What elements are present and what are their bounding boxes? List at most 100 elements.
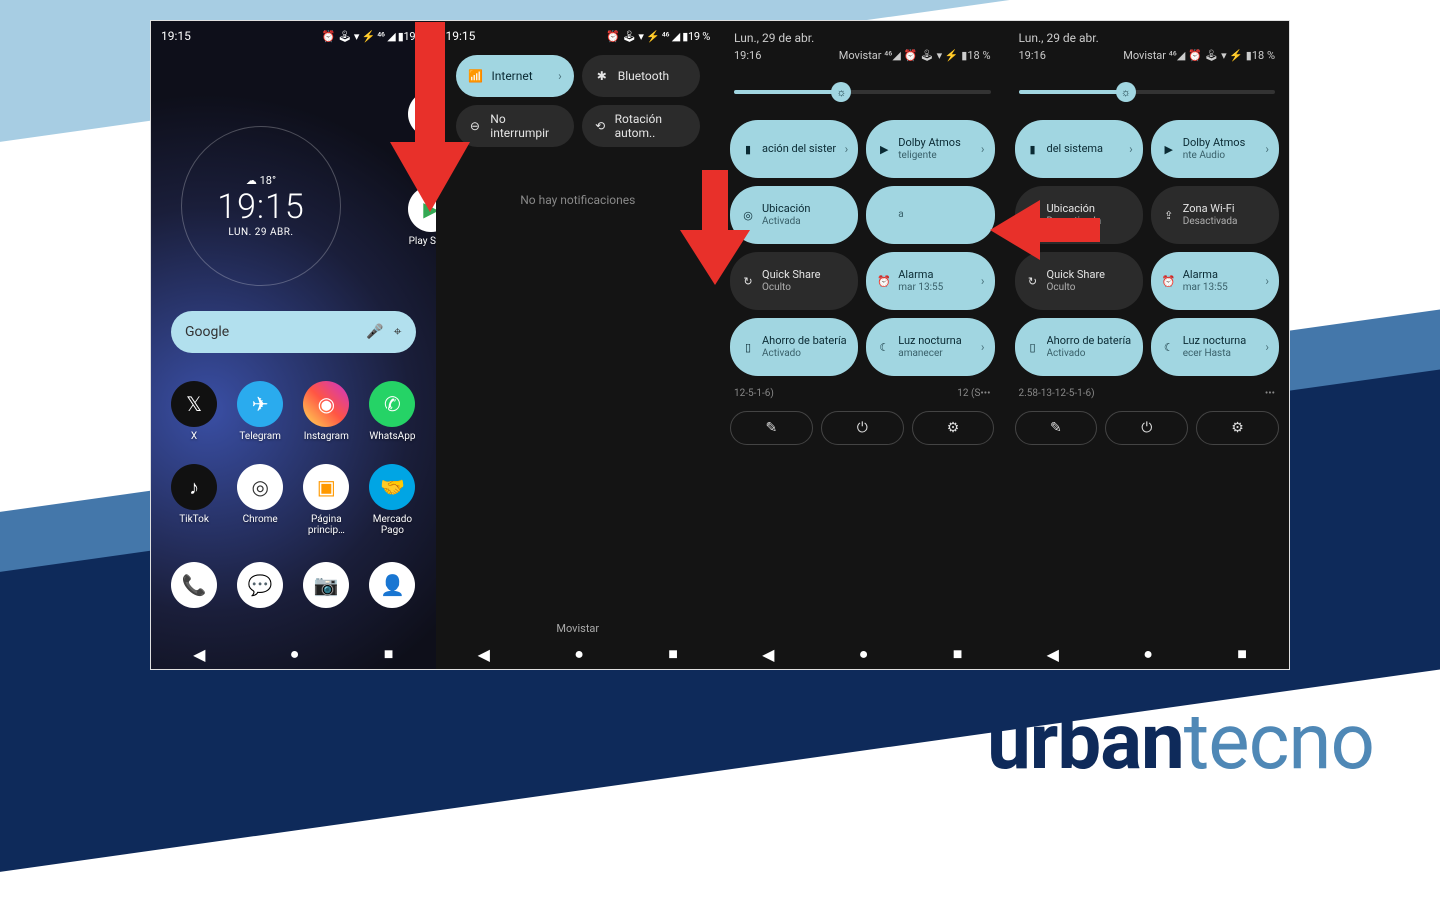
tile-icon: ☾ <box>1161 341 1177 354</box>
phone-4-quicksettings-location-off: Lun., 29 de abr. 19:16 Movistar ⁴⁶◢ ⏰ 🕹 … <box>1005 21 1290 669</box>
edit-icon: ✎ <box>1050 420 1062 436</box>
qs-date: Lun., 29 de abr. <box>1005 21 1290 49</box>
settings-icon: ⚙ <box>947 420 960 436</box>
brightness-slider[interactable]: ☼ <box>734 78 991 106</box>
tile-icon: ✱ <box>594 69 610 83</box>
tile-icon: ▶ <box>1161 143 1177 156</box>
nav-home-icon[interactable]: ● <box>290 644 300 664</box>
tile-icon: ▮ <box>740 143 756 156</box>
no-notifications-label: No hay notificaciones <box>436 193 721 207</box>
tile-icon: ⇪ <box>1161 209 1177 222</box>
nav-home-icon[interactable]: ● <box>859 644 869 664</box>
qs-tile-ahorro-de-bater-a[interactable]: ▯Ahorro de bateríaActivado <box>1015 318 1143 376</box>
tile-icon: ⏰ <box>1161 275 1177 288</box>
brand-logo: urbantecno <box>987 697 1374 788</box>
qs-date: Lun., 29 de abr. <box>720 21 1005 49</box>
qs-tile-tile[interactable]: a <box>866 186 994 244</box>
clock-weather-widget[interactable]: ☁ 18° 19:15 LUN. 29 ABR. <box>181 126 341 286</box>
dock-app[interactable]: 📞 <box>164 562 224 612</box>
qs-tile-bluetooth[interactable]: ✱Bluetooth <box>582 55 700 97</box>
app-whatsapp[interactable]: ✆WhatsApp <box>362 381 422 442</box>
nav-bar: ◀ ● ■ <box>436 639 721 669</box>
settings-button[interactable]: ⚙ <box>1196 411 1279 445</box>
nav-bar: ◀ ● ■ <box>1005 639 1290 669</box>
qs-tile-dolby-atmos[interactable]: ▶Dolby Atmosteligente› <box>866 120 994 178</box>
qs-tile-luz-nocturna[interactable]: ☾Luz nocturnaecer Hasta› <box>1151 318 1279 376</box>
clock-time: 19:15 <box>217 187 305 227</box>
qs-tile-luz-nocturna[interactable]: ☾Luz nocturnaamanecer› <box>866 318 994 376</box>
status-time: 19:15 <box>161 29 191 43</box>
qs-tile-rotaci-n-autom-[interactable]: ⟲Rotación autom.. <box>582 105 700 147</box>
nav-bar: ◀ ● ■ <box>151 639 436 669</box>
tile-icon: ☾ <box>876 341 892 354</box>
qs-time: 19:16 <box>734 49 761 62</box>
nav-back-icon[interactable]: ◀ <box>762 645 774 664</box>
app-mercado-pago[interactable]: 🤝Mercado Pago <box>362 464 422 536</box>
edit-button[interactable]: ✎ <box>730 411 813 445</box>
carrier-label: Movistar <box>436 622 721 635</box>
screenshots-stage: 19:15 ⏰ 🕹 ▾ ⚡ ⁴⁶ ◢ ▮19 % ☁ 18° 19:15 LUN… <box>150 20 1290 670</box>
tile-icon: ▯ <box>1025 341 1041 354</box>
nav-back-icon[interactable]: ◀ <box>478 645 490 664</box>
power-button[interactable]: ⏻ <box>1105 411 1188 445</box>
qs-carrier-line: Movistar ⁴⁶◢ ⏰ 🕹 ▾ ⚡ ▮18 % <box>839 49 991 62</box>
app-p-gina-princip-[interactable]: ▣Página princip… <box>296 464 356 536</box>
nav-recent-icon[interactable]: ■ <box>1237 644 1247 664</box>
qs-tile-ahorro-de-bater-a[interactable]: ▯Ahorro de bateríaActivado <box>730 318 858 376</box>
nav-home-icon[interactable]: ● <box>1143 644 1153 664</box>
tile-icon: ▮ <box>1025 143 1041 156</box>
mic-icon[interactable]: 🎤 <box>366 324 383 340</box>
app-x[interactable]: 𝕏X <box>164 381 224 442</box>
edit-icon: ✎ <box>766 420 778 436</box>
app-chrome[interactable]: ◎Chrome <box>230 464 290 536</box>
search-placeholder: Google <box>185 324 229 340</box>
dock-app[interactable]: 📷 <box>296 562 356 612</box>
nav-back-icon[interactable]: ◀ <box>1047 645 1059 664</box>
app-telegram[interactable]: ✈Telegram <box>230 381 290 442</box>
app-instagram[interactable]: ◉Instagram <box>296 381 356 442</box>
power-icon: ⏻ <box>1141 420 1152 436</box>
tile-icon: ▶ <box>876 143 892 156</box>
weather-label: ☁ 18° <box>246 174 276 187</box>
qs-tile-quick-share[interactable]: ↻Quick ShareOculto <box>1015 252 1143 310</box>
app-tiktok[interactable]: ♪TikTok <box>164 464 224 536</box>
highlight-arrow-2 <box>680 170 750 290</box>
settings-icon: ⚙ <box>1231 420 1244 436</box>
tile-icon: ▯ <box>740 341 756 354</box>
nav-bar: ◀ ● ■ <box>720 639 1005 669</box>
brightness-icon: ☼ <box>1116 82 1136 102</box>
settings-button[interactable]: ⚙ <box>912 411 995 445</box>
qs-tile-del-sistema[interactable]: ▮del sistema› <box>1015 120 1143 178</box>
qs-tile-internet[interactable]: 📶Internet› <box>456 55 574 97</box>
qs-tile-zona-wi-fi[interactable]: ⇪Zona Wi-FiDesactivada <box>1151 186 1279 244</box>
dock-app[interactable]: 👤 <box>362 562 422 612</box>
nav-recent-icon[interactable]: ■ <box>384 644 394 664</box>
nav-home-icon[interactable]: ● <box>574 644 584 664</box>
qs-tile-dolby-atmos[interactable]: ▶Dolby Atmosnte Audio› <box>1151 120 1279 178</box>
qs-tile-no-interrumpir[interactable]: ⊖No interrumpir <box>456 105 574 147</box>
lens-icon[interactable]: ⌖ <box>394 324 402 340</box>
tile-icon: ⏰ <box>876 275 892 288</box>
qs-tile-alarma[interactable]: ⏰Alarmamar 13:55› <box>866 252 994 310</box>
tile-icon: ⟲ <box>594 119 607 133</box>
highlight-arrow-1 <box>390 22 470 222</box>
status-indicators: ⏰ 🕹 ▾ ⚡ ⁴⁶ ◢ ▮19 % <box>606 30 710 43</box>
nav-recent-icon[interactable]: ■ <box>953 644 963 664</box>
status-bar: 19:15 ⏰ 🕹 ▾ ⚡ ⁴⁶ ◢ ▮19 % <box>436 21 721 47</box>
brightness-icon: ☼ <box>831 82 851 102</box>
edit-button[interactable]: ✎ <box>1015 411 1098 445</box>
power-icon: ⏻ <box>857 420 868 436</box>
nav-recent-icon[interactable]: ■ <box>668 644 678 664</box>
brand-part1: urban <box>987 697 1184 788</box>
dock-app[interactable]: 💬 <box>230 562 290 612</box>
phone-2-quicksettings-collapsed: 19:15 ⏰ 🕹 ▾ ⚡ ⁴⁶ ◢ ▮19 % 📶Internet›✱Blue… <box>436 21 721 669</box>
brightness-slider[interactable]: ☼ <box>1019 78 1276 106</box>
tile-icon: ↻ <box>1025 275 1041 288</box>
qs-tile-alarma[interactable]: ⏰Alarmamar 13:55› <box>1151 252 1279 310</box>
google-search-bar[interactable]: Google 🎤 ⌖ <box>171 311 416 353</box>
highlight-arrow-3 <box>990 200 1100 260</box>
build-info-left: 12-5-1-6) <box>734 388 774 399</box>
power-button[interactable]: ⏻ <box>821 411 904 445</box>
build-info-right: 12 (S••• <box>957 388 990 399</box>
nav-back-icon[interactable]: ◀ <box>193 645 205 664</box>
